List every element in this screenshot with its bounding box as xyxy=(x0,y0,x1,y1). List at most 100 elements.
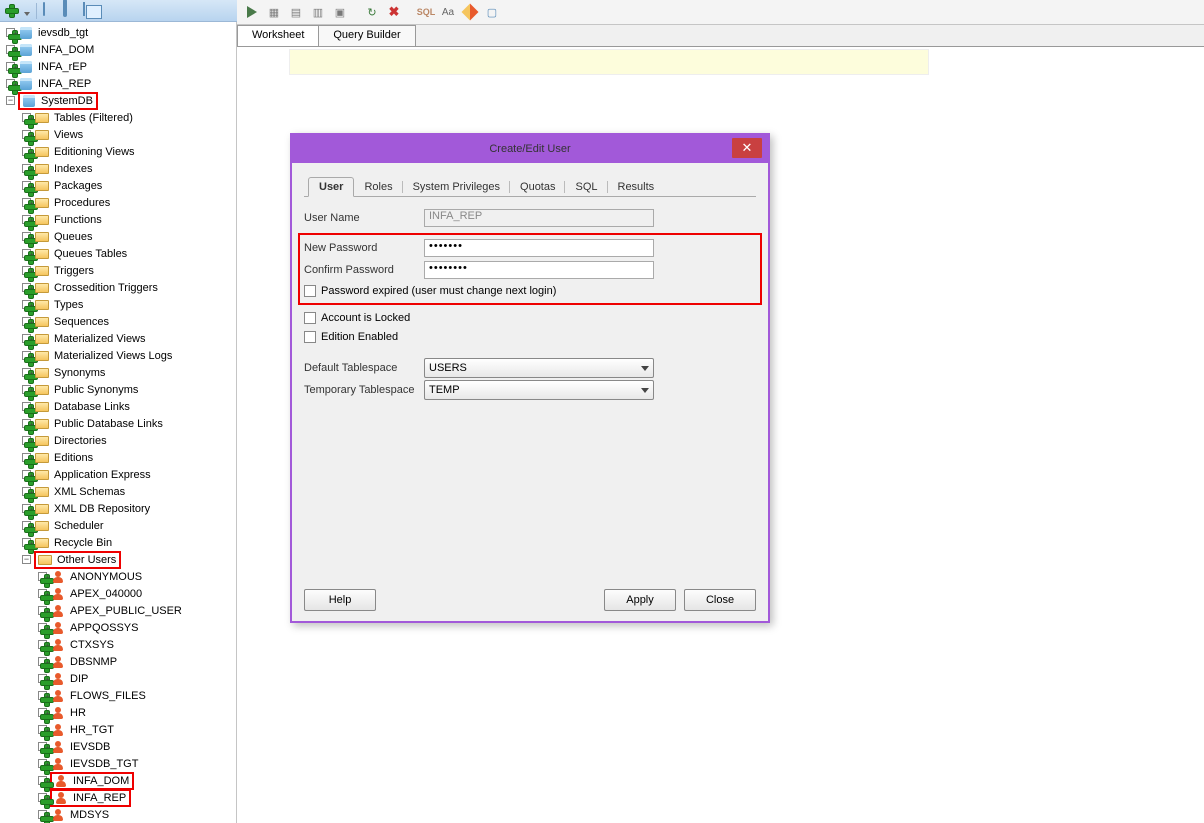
expand-icon[interactable] xyxy=(22,181,31,190)
expand-icon[interactable] xyxy=(22,487,31,496)
schema-folder[interactable]: Recycle Bin xyxy=(0,534,236,551)
tab-worksheet[interactable]: Worksheet xyxy=(237,25,319,46)
user-item[interactable]: DBSNMP xyxy=(0,653,236,670)
copy-icon[interactable] xyxy=(83,3,99,19)
expand-icon[interactable] xyxy=(38,810,47,819)
tab-results[interactable]: Results xyxy=(608,178,665,196)
user-item[interactable]: HR_TGT xyxy=(0,721,236,738)
expand-icon[interactable] xyxy=(38,572,47,581)
user-item[interactable]: CTXSYS xyxy=(0,636,236,653)
case-icon[interactable]: Aa xyxy=(439,3,457,21)
schema-folder[interactable]: Types xyxy=(0,296,236,313)
expand-icon[interactable] xyxy=(38,640,47,649)
autotrace-icon[interactable]: ▥ xyxy=(309,3,327,21)
other-users-folder[interactable]: Other Users xyxy=(0,551,236,568)
schema-folder[interactable]: Sequences xyxy=(0,313,236,330)
expand-icon[interactable] xyxy=(38,691,47,700)
expand-icon[interactable] xyxy=(22,538,31,547)
expand-icon[interactable] xyxy=(38,708,47,717)
tab-query-builder[interactable]: Query Builder xyxy=(318,25,415,46)
expand-icon[interactable] xyxy=(38,725,47,734)
tab-quotas[interactable]: Quotas xyxy=(510,178,565,196)
expand-icon[interactable] xyxy=(22,385,31,394)
schema-folder[interactable]: XML DB Repository xyxy=(0,500,236,517)
apply-button[interactable]: Apply xyxy=(604,589,676,611)
schema-folder[interactable]: Editions xyxy=(0,449,236,466)
refresh-icon[interactable]: ↻ xyxy=(363,3,381,21)
schema-folder[interactable]: Public Synonyms xyxy=(0,381,236,398)
schema-folder[interactable]: XML Schemas xyxy=(0,483,236,500)
expand-icon[interactable] xyxy=(22,266,31,275)
expand-icon[interactable] xyxy=(22,504,31,513)
user-item[interactable]: ANONYMOUS xyxy=(0,568,236,585)
connection-item-selected[interactable]: SystemDB xyxy=(0,92,236,109)
connection-item[interactable]: INFA_rEP xyxy=(0,58,236,75)
schema-folder[interactable]: Procedures xyxy=(0,194,236,211)
help-button[interactable]: Help xyxy=(304,589,376,611)
account-locked-checkbox[interactable] xyxy=(304,312,316,324)
schema-folder[interactable]: Application Express xyxy=(0,466,236,483)
snippet-icon[interactable]: ▢ xyxy=(483,3,501,21)
expand-icon[interactable] xyxy=(6,79,15,88)
clear-icon[interactable]: ✖ xyxy=(385,3,403,21)
close-button[interactable]: Close xyxy=(684,589,756,611)
password-expired-checkbox[interactable] xyxy=(304,285,316,297)
schema-folder[interactable]: Views xyxy=(0,126,236,143)
expand-icon[interactable] xyxy=(38,623,47,632)
expand-icon[interactable] xyxy=(22,249,31,258)
confirm-password-field[interactable]: •••••••• xyxy=(424,261,654,279)
schema-folder[interactable]: Scheduler xyxy=(0,517,236,534)
schema-folder[interactable]: Materialized Views xyxy=(0,330,236,347)
close-icon[interactable]: ✕ xyxy=(732,138,762,158)
new-password-field[interactable]: ••••••• xyxy=(424,239,654,257)
expand-icon[interactable] xyxy=(38,589,47,598)
expand-icon[interactable] xyxy=(22,147,31,156)
connection-item[interactable]: INFA_DOM xyxy=(0,41,236,58)
user-item[interactable]: IEVSDB xyxy=(0,738,236,755)
expand-icon[interactable] xyxy=(22,521,31,530)
expand-icon[interactable] xyxy=(22,470,31,479)
expand-icon[interactable] xyxy=(22,215,31,224)
expand-icon[interactable] xyxy=(6,28,15,37)
schema-folder[interactable]: Tables (Filtered) xyxy=(0,109,236,126)
expand-icon[interactable] xyxy=(6,45,15,54)
schema-folder[interactable]: Database Links xyxy=(0,398,236,415)
user-item[interactable]: IEVSDB_TGT xyxy=(0,755,236,772)
expand-icon[interactable] xyxy=(22,368,31,377)
expand-icon[interactable] xyxy=(22,351,31,360)
run-icon[interactable] xyxy=(243,3,261,21)
expand-icon[interactable] xyxy=(22,402,31,411)
user-item[interactable]: APEX_040000 xyxy=(0,585,236,602)
dialog-titlebar[interactable]: Create/Edit User ✕ xyxy=(292,135,768,163)
user-item[interactable]: APEX_PUBLIC_USER xyxy=(0,602,236,619)
tab-system-privileges[interactable]: System Privileges xyxy=(403,178,510,196)
user-item[interactable]: APPQOSSYS xyxy=(0,619,236,636)
edition-enabled-checkbox[interactable] xyxy=(304,331,316,343)
schema-folder[interactable]: Queues Tables xyxy=(0,245,236,262)
schema-folder[interactable]: Directories xyxy=(0,432,236,449)
expand-icon[interactable] xyxy=(38,674,47,683)
schema-folder[interactable]: Crossedition Triggers xyxy=(0,279,236,296)
expand-icon[interactable] xyxy=(22,232,31,241)
expand-icon[interactable] xyxy=(38,793,47,802)
expand-icon[interactable] xyxy=(22,317,31,326)
connection-item[interactable]: INFA_REP xyxy=(0,75,236,92)
expand-icon[interactable] xyxy=(38,759,47,768)
expand-icon[interactable] xyxy=(22,555,31,564)
expand-icon[interactable] xyxy=(22,198,31,207)
expand-icon[interactable] xyxy=(38,657,47,666)
expand-icon[interactable] xyxy=(22,113,31,122)
temp-tablespace-select[interactable]: TEMP xyxy=(424,380,654,400)
connection-item[interactable]: ievsdb_tgt xyxy=(0,24,236,41)
schema-folder[interactable]: Indexes xyxy=(0,160,236,177)
sql-history-icon[interactable]: SQL xyxy=(417,3,435,21)
schema-folder[interactable]: Triggers xyxy=(0,262,236,279)
schema-folder[interactable]: Synonyms xyxy=(0,364,236,381)
tab-roles[interactable]: Roles xyxy=(354,178,402,196)
expand-icon[interactable] xyxy=(22,300,31,309)
schema-folder[interactable]: Materialized Views Logs xyxy=(0,347,236,364)
add-dropdown-icon[interactable] xyxy=(24,12,30,16)
schema-folder[interactable]: Packages xyxy=(0,177,236,194)
user-item[interactable]: MDSYS xyxy=(0,806,236,823)
default-tablespace-select[interactable]: USERS xyxy=(424,358,654,378)
